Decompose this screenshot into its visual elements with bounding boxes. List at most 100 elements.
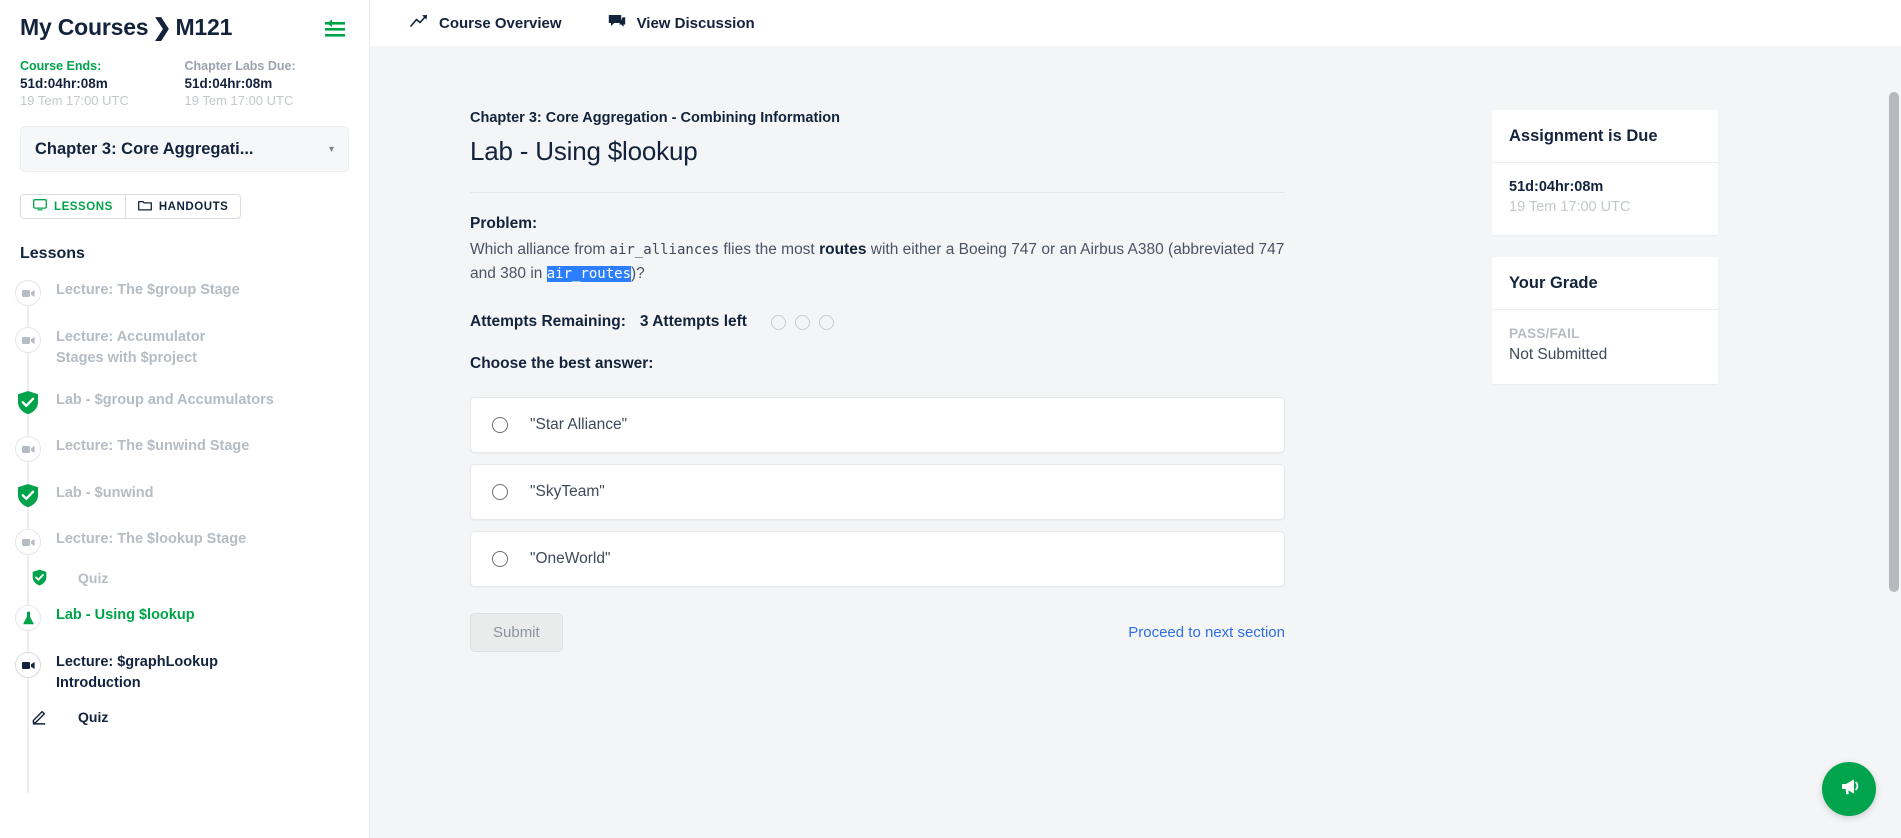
timer-label: Course Ends:: [20, 59, 185, 73]
content-area: Chapter 3: Core Aggregation - Combining …: [370, 46, 1901, 838]
shield-check-icon: [0, 569, 78, 586]
page-title: Lab - Using $lookup: [470, 136, 1470, 167]
submit-button[interactable]: Submit: [470, 613, 563, 652]
problem-text-part-2: flies the most: [719, 241, 819, 258]
list-item-label: Lab - $unwind: [56, 482, 153, 504]
left-sidebar: My Courses❯M121 Course Ends: 51d:04hr:08…: [0, 0, 370, 838]
chapter-select[interactable]: Chapter 3: Core Aggregati... ▾: [20, 126, 349, 172]
sidebar-timers: Course Ends: 51d:04hr:08m 19 Tem 17:00 U…: [0, 41, 369, 108]
folder-icon: [138, 199, 152, 214]
list-item-label: Lecture: Accumulator Stages with $projec…: [56, 326, 256, 369]
attempt-dot: [795, 315, 810, 330]
attempt-dots: [771, 315, 834, 330]
list-item[interactable]: Lecture: Accumulator Stages with $projec…: [0, 326, 369, 369]
radio-button[interactable]: [492, 417, 508, 433]
problem-text-bold-routes: routes: [819, 241, 866, 258]
tab-handouts[interactable]: HANDOUTS: [126, 194, 242, 219]
list-item-label: Lecture: The $lookup Stage: [56, 528, 246, 550]
answer-option-label: "Star Alliance": [530, 416, 627, 434]
radio-button[interactable]: [492, 484, 508, 500]
announcements-button[interactable]: [1822, 762, 1876, 816]
divider: [470, 192, 1285, 193]
list-item-label: Lecture: $graphLookup Introduction: [56, 651, 241, 694]
attempt-dot: [771, 315, 786, 330]
timer-course-ends: Course Ends: 51d:04hr:08m 19 Tem 17:00 U…: [20, 59, 185, 108]
assignment-due-body: 51d:04hr:08m 19 Tem 17:00 UTC: [1492, 163, 1718, 235]
list-item[interactable]: Lecture: The $lookup Stage: [0, 528, 369, 555]
list-item-quiz[interactable]: Quiz: [0, 708, 369, 725]
radio-button[interactable]: [492, 551, 508, 567]
chat-bubble-icon: [608, 14, 626, 33]
timer-date: 19 Tem 17:00 UTC: [20, 93, 185, 108]
megaphone-icon: [1837, 774, 1862, 804]
assignment-due-title: Assignment is Due: [1492, 110, 1718, 163]
top-navigation-bar: Course Overview View Discussion: [370, 0, 1901, 46]
timer-chapter-labs-due: Chapter Labs Due: 51d:04hr:08m 19 Tem 17…: [185, 59, 350, 108]
sidebar-tabs: LESSONS HANDOUTS: [20, 194, 349, 219]
chapter-select-value: Chapter 3: Core Aggregati...: [35, 140, 254, 159]
vertical-scrollbar[interactable]: [1886, 92, 1901, 838]
lesson-list: Lecture: The $group Stage Lecture: Accum…: [0, 279, 369, 753]
choose-answer-label: Choose the best answer:: [470, 355, 1470, 373]
video-icon: [0, 326, 56, 353]
your-grade-card: Your Grade PASS/FAIL Not Submitted: [1492, 257, 1718, 384]
video-icon: [0, 279, 56, 306]
breadcrumb-root[interactable]: My Courses: [20, 14, 148, 40]
list-item-label: Lecture: The $group Stage: [56, 279, 240, 301]
right-panel: Assignment is Due 51d:04hr:08m 19 Tem 17…: [1492, 110, 1718, 838]
chevron-down-icon: ▾: [329, 144, 334, 155]
lessons-heading: Lessons: [20, 245, 369, 263]
proceed-to-next-section-link[interactable]: Proceed to next section: [1128, 624, 1285, 641]
code-air-routes-selected: air_routes: [547, 266, 631, 282]
code-air-alliances: air_alliances: [610, 242, 720, 258]
list-item-label: Lab - Using $lookup: [56, 604, 195, 626]
attempts-label: Attempts Remaining:: [470, 313, 626, 331]
video-icon: [0, 528, 56, 555]
problem-text-part-1: Which alliance from: [470, 241, 610, 258]
timer-value: 51d:04hr:08m: [185, 76, 350, 91]
problem-label: Problem:: [470, 215, 1470, 233]
list-item[interactable]: Lab - $group and Accumulators: [0, 389, 369, 415]
shield-check-icon: [0, 482, 56, 508]
your-grade-title: Your Grade: [1492, 257, 1718, 310]
timer-date: 19 Tem 17:00 UTC: [185, 93, 350, 108]
breadcrumb-separator: ❯: [152, 14, 171, 40]
nav-course-overview[interactable]: Course Overview: [410, 14, 562, 32]
nav-view-discussion[interactable]: View Discussion: [608, 14, 755, 33]
nav-course-overview-label: Course Overview: [439, 15, 562, 32]
scrollbar-thumb[interactable]: [1889, 92, 1899, 592]
pencil-icon: [0, 708, 78, 725]
assignment-due-countdown: 51d:04hr:08m: [1509, 179, 1701, 195]
flask-icon: [0, 604, 56, 631]
shield-check-icon: [0, 389, 56, 415]
list-item-lab-using-lookup[interactable]: Lab - Using $lookup: [0, 604, 369, 631]
list-item[interactable]: Lecture: The $unwind Stage: [0, 435, 369, 462]
tab-lessons[interactable]: LESSONS: [20, 194, 126, 219]
assignment-due-date: 19 Tem 17:00 UTC: [1509, 199, 1701, 215]
tab-lessons-label: LESSONS: [54, 201, 113, 213]
list-item[interactable]: Lecture: $graphLookup Introduction: [0, 651, 369, 694]
grade-kind: PASS/FAIL: [1509, 326, 1701, 341]
answer-option[interactable]: "Star Alliance": [470, 397, 1285, 453]
attempt-dot: [819, 315, 834, 330]
attempts-row: Attempts Remaining: 3 Attempts left: [470, 313, 1470, 331]
list-item-quiz[interactable]: Quiz: [0, 569, 369, 586]
lab-content-column: Chapter 3: Core Aggregation - Combining …: [470, 110, 1470, 838]
breadcrumb: My Courses❯M121: [20, 14, 232, 41]
chapter-kicker: Chapter 3: Core Aggregation - Combining …: [470, 110, 1470, 126]
answer-option[interactable]: "SkyTeam": [470, 464, 1285, 520]
answer-option[interactable]: "OneWorld": [470, 531, 1285, 587]
collapse-sidebar-icon[interactable]: [323, 18, 349, 40]
sidebar-header: My Courses❯M121: [0, 0, 369, 41]
assignment-due-card: Assignment is Due 51d:04hr:08m 19 Tem 17…: [1492, 110, 1718, 235]
breadcrumb-course[interactable]: M121: [175, 14, 232, 40]
problem-text: Which alliance from air_alliances flies …: [470, 238, 1288, 285]
answer-option-label: "OneWorld": [530, 550, 611, 568]
timer-value: 51d:04hr:08m: [20, 76, 185, 91]
list-item[interactable]: Lecture: The $group Stage: [0, 279, 369, 306]
monitor-icon: [33, 199, 47, 214]
problem-text-part-4: )?: [631, 265, 645, 282]
list-item-label: Quiz: [78, 570, 108, 586]
answer-options: "Star Alliance" "SkyTeam" "OneWorld": [470, 397, 1285, 587]
list-item[interactable]: Lab - $unwind: [0, 482, 369, 508]
